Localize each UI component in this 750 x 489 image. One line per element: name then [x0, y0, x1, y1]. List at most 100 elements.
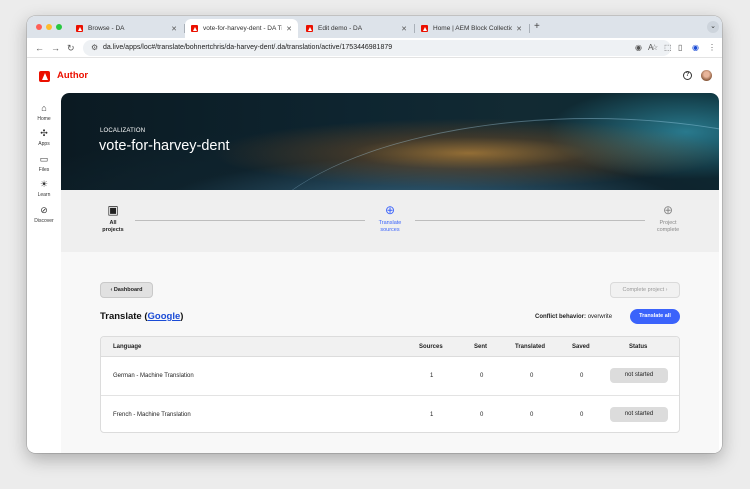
sidebar-item-label: Apps — [38, 141, 50, 147]
translate-page-icon[interactable]: A — [648, 43, 653, 53]
forward-arrow-icon[interactable]: → — [51, 42, 60, 54]
sidebar-item-learn[interactable]: ☀ Learn — [27, 179, 61, 198]
apps-icon: ✣ — [40, 128, 48, 138]
translate-heading: Translate (Google) — [100, 311, 183, 322]
minimize-window-button[interactable] — [46, 24, 52, 30]
translate-heading-suffix: ) — [180, 311, 184, 322]
browser-tab-translate[interactable]: vote-for-harvey-dent - DA Tr ✕ — [185, 19, 298, 38]
adobe-favicon-icon — [421, 25, 428, 32]
sidebar-item-discover[interactable]: ⊘ Discover — [27, 205, 61, 224]
sidebar-item-home[interactable]: ⌂ Home — [27, 103, 61, 122]
dashboard-button[interactable]: ‹ Dashboard — [100, 282, 153, 298]
step-label-line: All — [109, 220, 117, 226]
tab-strip: Browse - DA ✕ vote-for-harvey-dent - DA … — [27, 16, 722, 38]
close-tab-icon[interactable]: ✕ — [171, 25, 177, 33]
app-brand[interactable]: Author — [57, 70, 88, 81]
sidebar-item-apps[interactable]: ✣ Apps — [27, 128, 61, 147]
status-badge: not started — [610, 368, 668, 383]
dashboard-button-label: Dashboard — [113, 287, 143, 293]
column-header-saved: Saved — [572, 344, 590, 350]
column-header-language: Language — [113, 344, 142, 350]
tab-divider — [529, 24, 530, 33]
close-tab-icon[interactable]: ✕ — [401, 25, 407, 33]
new-tab-button[interactable]: + — [534, 21, 540, 32]
step-label: Project complete — [638, 220, 698, 234]
tab-label: Edit demo - DA — [318, 25, 363, 32]
column-header-translated: Translated — [515, 344, 546, 350]
step-label-line: complete — [656, 227, 680, 233]
table-header: Language Sources Sent Translated Saved S… — [101, 337, 679, 357]
translation-service-link[interactable]: Google — [148, 311, 181, 322]
conflict-behavior-value: overwrite — [587, 314, 613, 320]
reload-icon[interactable]: ↻ — [67, 42, 75, 54]
compass-icon: ⊘ — [40, 205, 48, 215]
lightbulb-icon: ☀ — [39, 179, 49, 189]
home-icon: ⌂ — [41, 103, 47, 113]
chevron-right-icon: › — [664, 287, 668, 293]
sidebar-item-label: Learn — [37, 192, 51, 198]
saved-cell: 0 — [580, 412, 584, 418]
step-connector — [135, 220, 365, 221]
archive-icon: ▣ — [107, 203, 119, 217]
zoom-window-button[interactable] — [56, 24, 62, 30]
step-label: All projects — [83, 220, 143, 234]
languages-table: Language Sources Sent Translated Saved S… — [100, 336, 680, 433]
step-all-projects[interactable]: ▣ All projects — [83, 204, 143, 234]
browser-tab-edit-demo[interactable]: Edit demo - DA ✕ — [300, 19, 413, 38]
tab-label: Browse - DA — [88, 25, 125, 32]
adobe-favicon-icon — [191, 25, 198, 32]
translated-cell: 0 — [530, 373, 534, 379]
complete-project-button[interactable]: Complete project › — [610, 282, 680, 298]
tab-search-button[interactable]: ⌄ — [707, 21, 719, 33]
hero-banner: LOCALIZATION vote-for-harvey-dent — [61, 93, 719, 190]
globe-icon: ⊕ — [662, 203, 674, 217]
translate-all-button[interactable]: Translate all — [630, 309, 680, 324]
step-connector — [415, 220, 645, 221]
conflict-behavior: Conflict behavior: overwrite — [535, 314, 612, 320]
table-row: German - Machine Translation 1 0 0 0 not… — [101, 357, 679, 395]
translate-heading-prefix: Translate ( — [100, 311, 148, 322]
earth-horizon-image — [241, 118, 719, 190]
adobe-favicon-icon — [76, 25, 83, 32]
browser-toolbar: ← → ↻ ⚙ da.live/apps/loc#/translate/bohn… — [27, 38, 722, 58]
close-window-button[interactable] — [36, 24, 42, 30]
sources-cell: 1 — [430, 412, 434, 418]
browser-tab-browse[interactable]: Browse - DA ✕ — [70, 19, 183, 38]
back-arrow-icon[interactable]: ← — [35, 42, 44, 54]
app-header: Author ? — [27, 59, 722, 93]
sent-cell: 0 — [480, 412, 484, 418]
step-label-line: projects — [102, 227, 124, 233]
step-label: Translate sources — [360, 220, 420, 234]
complete-project-button-label: Complete project — [622, 287, 665, 293]
profile-icon[interactable]: ◉ — [692, 43, 699, 53]
saved-cell: 0 — [580, 373, 584, 379]
column-header-sent: Sent — [474, 344, 488, 350]
sidebar-item-label: Files — [38, 167, 50, 173]
sidebar-item-label: Home — [37, 116, 51, 122]
eye-off-icon[interactable]: ◉ — [635, 43, 642, 53]
browser-window: Browse - DA ✕ vote-for-harvey-dent - DA … — [27, 16, 722, 453]
adobe-logo-icon[interactable] — [39, 71, 50, 82]
site-info-icon[interactable]: ⚙ — [91, 43, 98, 52]
project-stepper: ▣ All projects ⊕ Translate sources ⊕ Pro… — [61, 190, 719, 252]
url-text[interactable]: da.live/apps/loc#/translate/bohnertchris… — [103, 43, 392, 53]
extensions-icon[interactable]: ⬚ — [664, 43, 672, 53]
globe-icon: ⊕ — [384, 203, 396, 217]
address-bar[interactable]: ⚙ da.live/apps/loc#/translate/bohnertchr… — [83, 40, 671, 56]
sidebar-item-label: Discover — [34, 218, 54, 224]
close-tab-icon[interactable]: ✕ — [516, 25, 522, 33]
translated-cell: 0 — [530, 412, 534, 418]
browser-tab-aem-blocks[interactable]: Home | AEM Block Collection ✕ — [415, 19, 528, 38]
step-label-line: Project — [659, 220, 677, 226]
column-header-status: Status — [629, 344, 648, 350]
sidebar-toggle-icon[interactable]: ▯ — [678, 43, 682, 53]
close-tab-icon[interactable]: ✕ — [286, 25, 292, 33]
browser-menu-icon[interactable]: ⋮ — [708, 43, 716, 53]
help-icon[interactable]: ? — [683, 71, 692, 80]
avatar[interactable] — [701, 70, 712, 81]
conflict-behavior-label: Conflict behavior: — [535, 314, 587, 320]
status-badge: not started — [610, 407, 668, 422]
step-translate-sources[interactable]: ⊕ Translate sources — [360, 204, 420, 234]
sidebar-item-files[interactable]: ▭ Files — [27, 154, 61, 173]
page-title: vote-for-harvey-dent — [99, 138, 230, 154]
